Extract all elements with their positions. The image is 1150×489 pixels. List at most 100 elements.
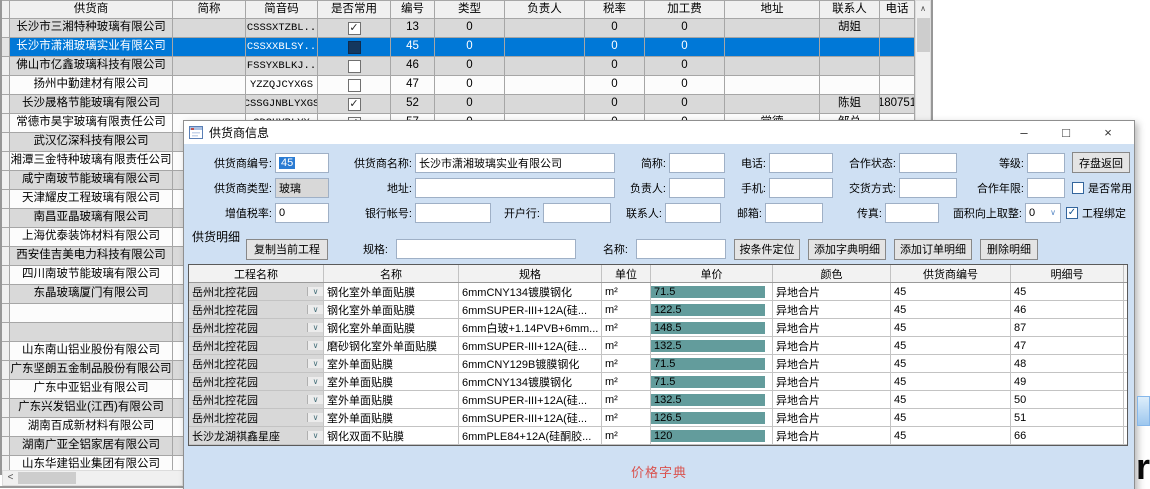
bank-account-input[interactable] — [415, 203, 491, 223]
locate-by-condition-button[interactable]: 按条件定位 — [734, 239, 800, 260]
project-name-combo[interactable]: 岳州北控花园∨ — [189, 319, 324, 336]
project-name-combo[interactable]: 岳州北控花园∨ — [189, 301, 324, 318]
maximize-icon[interactable]: □ — [1045, 122, 1087, 144]
project-name-value: 岳州北控花园 — [189, 356, 307, 372]
short-name-input[interactable] — [669, 153, 725, 173]
row-header-cell — [2, 19, 10, 37]
detail-price-cell: 148.5 — [651, 319, 773, 336]
horizontal-scrollbar-thumb[interactable] — [18, 472, 76, 484]
row-header-cell — [2, 437, 10, 455]
common-use-grid-checkbox[interactable]: ✓ — [348, 98, 361, 111]
detail-row[interactable]: 岳州北控花园∨室外单面贴膜6mmCNY129B镀膜钢化m²71.5异地合片454… — [189, 355, 1127, 373]
bank-branch-input[interactable] — [543, 203, 611, 223]
column-header: 加工费 — [645, 1, 725, 18]
phone-input[interactable] — [769, 153, 833, 173]
detail-row[interactable]: 岳州北控花园∨钢化室外单面贴膜6mmSUPER-III+12A(硅...m²12… — [189, 301, 1127, 319]
scroll-left-icon[interactable]: < — [3, 471, 18, 485]
supplier-id-cell: 47 — [391, 76, 435, 94]
supplier-name-cell: 咸宁南玻节能玻璃有限公司 — [10, 171, 173, 189]
common-use-grid-checkbox[interactable] — [348, 41, 361, 54]
project-name-combo[interactable]: 岳州北控花园∨ — [189, 391, 324, 408]
price-value: 132.5 — [651, 394, 765, 406]
grade-input[interactable] — [1027, 153, 1065, 173]
fax-input[interactable] — [885, 203, 939, 223]
phone-cell — [880, 38, 915, 56]
detail-row[interactable]: 岳州北控花园∨室外单面贴膜6mmSUPER-III+12A(硅...m²132.… — [189, 391, 1127, 409]
project-name-combo[interactable]: 岳州北控花园∨ — [189, 283, 324, 300]
combo-arrow-icon: ∨ — [307, 323, 323, 332]
common-use-cell: ✓ — [318, 95, 391, 113]
combo-arrow-icon: ∨ — [307, 431, 323, 440]
add-order-detail-button[interactable]: 添加订单明细 — [894, 239, 972, 260]
project-name-combo[interactable]: 长沙龙湖祺鑫星座∨ — [189, 427, 324, 444]
detail-row[interactable]: 岳州北控花园∨钢化室外单面贴膜6mm白玻+1.14PVB+6mm...m²148… — [189, 319, 1127, 337]
detail-supplier-id-cell: 45 — [891, 355, 1011, 372]
project-name-combo[interactable]: 岳州北控花园∨ — [189, 355, 324, 372]
project-bind-checkbox[interactable]: ✓ 工程绑定 — [1066, 205, 1126, 221]
address-input[interactable] — [415, 178, 615, 198]
contact-input[interactable] — [665, 203, 721, 223]
scroll-up-icon[interactable]: ∧ — [916, 1, 930, 17]
close-icon[interactable]: × — [1087, 122, 1129, 144]
detail-row[interactable]: 岳州北控花园∨钢化室外单面贴膜6mmCNY134镀膜钢化m²71.5异地合片45… — [189, 283, 1127, 301]
common-use-grid-checkbox[interactable] — [348, 60, 361, 73]
detail-color-cell: 异地合片 — [773, 427, 891, 444]
row-header-cell — [2, 228, 10, 246]
common-use-grid-checkbox[interactable] — [348, 79, 361, 92]
vat-rate-input[interactable]: 0 — [275, 203, 329, 223]
email-input[interactable] — [765, 203, 823, 223]
coop-status-input[interactable] — [899, 153, 957, 173]
short-name-label: 简称: — [618, 155, 666, 171]
detail-name-cell: 室外单面贴膜 — [324, 409, 459, 426]
detail-color-cell: 异地合片 — [773, 301, 891, 318]
add-dict-detail-button[interactable]: 添加字典明细 — [808, 239, 886, 260]
supplier-row[interactable]: 佛山市亿鑫玻璃科技有限公司FSSYXBLKJ..46000 — [2, 57, 915, 76]
suppliers-horizontal-scrollbar[interactable]: < — [2, 470, 183, 486]
supplier-name-cell: 山东南山铝业股份有限公司 — [10, 342, 173, 360]
project-name-combo[interactable]: 岳州北控花园∨ — [189, 409, 324, 426]
spec-filter-input[interactable] — [396, 239, 576, 259]
coop-years-input[interactable] — [1027, 178, 1065, 198]
mobile-input[interactable] — [769, 178, 833, 198]
common-use-grid-checkbox[interactable]: ✓ — [348, 22, 361, 35]
supplier-row[interactable]: 长沙市三湘特种玻璃有限公司CSSSXTZBL..✓13000胡姐 — [2, 19, 915, 38]
supplier-row[interactable]: 长沙晟格节能玻璃有限公司CSSGJNBLYXGS✓52000陈姐180751 — [2, 95, 915, 114]
dialog-titlebar[interactable]: 供货商信息 – □ × — [184, 121, 1134, 144]
supplier-name-input[interactable]: 长沙市潇湘玻璃实业有限公司 — [415, 153, 615, 173]
supplier-name-cell: 西安佳吉美电力科技有限公司 — [10, 247, 173, 265]
supplier-type-input[interactable]: 玻璃 — [275, 178, 329, 198]
contact-cell: 陈姐 — [820, 95, 880, 113]
manager-input[interactable] — [669, 178, 725, 198]
supplier-name-cell: 上海优泰装饰材料有限公司 — [10, 228, 173, 246]
tax-rate-cell: 0 — [585, 95, 645, 113]
common-use-checkbox-label: 是否常用 — [1088, 180, 1132, 196]
area-roundup-select[interactable]: 0 ∨ — [1025, 203, 1061, 223]
column-header: 负责人 — [505, 1, 585, 18]
name-filter-input[interactable] — [636, 239, 726, 259]
address-cell — [725, 19, 820, 37]
copy-current-project-button[interactable]: 复制当前工程 — [246, 239, 328, 260]
price-value: 71.5 — [651, 286, 765, 298]
minimize-icon[interactable]: – — [1003, 122, 1045, 144]
detail-row[interactable]: 长沙龙湖祺鑫星座∨钢化双面不贴膜6mmPLE84+12A(硅酮胶...m²120… — [189, 427, 1127, 445]
project-name-value: 岳州北控花园 — [189, 338, 307, 354]
pinyin-code-cell: CSSGJNBLYXGS — [246, 95, 318, 113]
project-name-combo[interactable]: 岳州北控花园∨ — [189, 373, 324, 390]
project-name-value: 长沙龙湖祺鑫星座 — [189, 428, 307, 444]
supplier-row[interactable]: 扬州中勤建材有限公司YZZQJCYXGS47000 — [2, 76, 915, 95]
phone-label: 电话: — [728, 155, 766, 171]
detail-unit-cell: m² — [602, 427, 651, 444]
vertical-scrollbar-thumb[interactable] — [917, 18, 930, 52]
supplier-id-input[interactable]: 45 — [275, 153, 329, 173]
detail-row[interactable]: 岳州北控花园∨室外单面贴膜6mmCNY134镀膜钢化m²71.5异地合片4549 — [189, 373, 1127, 391]
suppliers-grid-header: 供货商简称简音码是否常用编号类型负责人税率加工费地址联系人电话 — [2, 0, 915, 19]
delete-detail-button[interactable]: 删除明细 — [980, 239, 1038, 260]
delivery-method-input[interactable] — [899, 178, 957, 198]
project-name-combo[interactable]: 岳州北控花园∨ — [189, 337, 324, 354]
common-use-checkbox[interactable]: 是否常用 — [1072, 180, 1132, 196]
detail-row[interactable]: 岳州北控花园∨室外单面贴膜6mmSUPER-III+12A(硅...m²126.… — [189, 409, 1127, 427]
detail-row[interactable]: 岳州北控花园∨磨砂钢化室外单面贴膜6mmSUPER-III+12A(硅...m²… — [189, 337, 1127, 355]
combo-arrow-icon: ∨ — [307, 359, 323, 368]
supplier-row[interactable]: 长沙市潇湘玻璃实业有限公司CSSXXBLSY..45000 — [2, 38, 915, 57]
save-return-button[interactable]: 存盘返回 — [1072, 152, 1130, 173]
